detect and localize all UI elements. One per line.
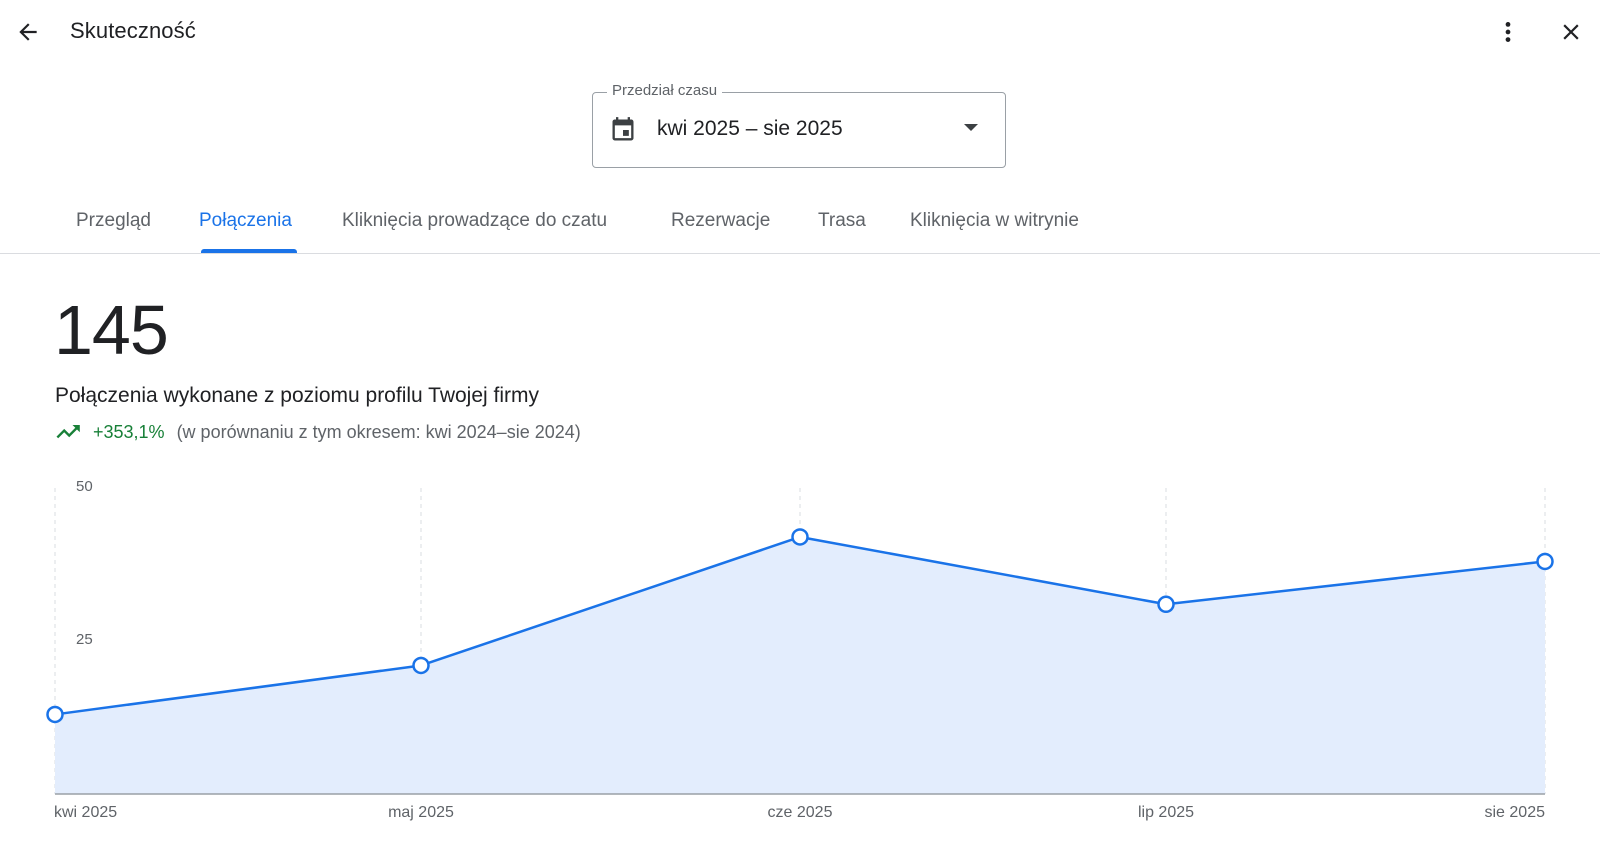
tab-trasa[interactable]: Trasa xyxy=(818,210,866,232)
chart-canvas xyxy=(46,488,1554,795)
calls-chart: 25 50 kwi 2025 maj 2025 cze 2025 lip 202… xyxy=(0,470,1600,858)
tab-polaczenia[interactable]: Połączenia xyxy=(199,210,292,232)
comparison-period: (w porównaniu z tym okresem: kwi 2024–si… xyxy=(176,421,581,442)
y-tick-label: 25 xyxy=(76,631,93,648)
change-row: +353,1% (w porównaniu z tym okresem: kwi… xyxy=(55,420,581,444)
y-tick-label: 50 xyxy=(76,478,93,495)
date-range-select[interactable]: Przedział czasu kwi 2025 – sie 2025 xyxy=(592,82,1006,168)
close-button[interactable] xyxy=(1553,14,1589,50)
tab-przeglad[interactable]: Przegląd xyxy=(76,210,151,232)
x-tick-label: maj 2025 xyxy=(388,804,454,821)
change-percent: +353,1% xyxy=(93,421,165,442)
data-point xyxy=(412,656,430,675)
tab-website-clicks[interactable]: Kliknięcia w witrynie xyxy=(910,210,1079,232)
arrow-back-icon xyxy=(19,23,37,41)
x-tick-label: cze 2025 xyxy=(767,804,833,821)
top-app-bar: Skuteczność xyxy=(0,0,1600,64)
more-options-button[interactable] xyxy=(1490,14,1526,50)
x-tick-label: kwi 2025 xyxy=(54,804,118,821)
series-area xyxy=(55,536,1545,794)
data-point xyxy=(1536,552,1554,571)
x-tick-label: lip 2025 xyxy=(1137,804,1195,821)
more-vert-icon xyxy=(1505,22,1511,42)
page-title: Skuteczność xyxy=(70,18,196,43)
tab-chat-clicks[interactable]: Kliknięcia prowadzące do czatu xyxy=(342,210,607,232)
close-icon xyxy=(1563,24,1579,40)
dropdown-arrow-icon xyxy=(964,124,978,131)
back-button[interactable] xyxy=(10,14,46,50)
tab-bar: Przegląd Połączenia Kliknięcia prowadząc… xyxy=(0,196,1600,254)
total-calls-value: 145 xyxy=(54,291,169,369)
trending-up-icon xyxy=(56,425,80,439)
date-range-label: Przedział czasu xyxy=(607,82,723,99)
date-range-value: kwi 2025 – sie 2025 xyxy=(657,117,843,140)
x-tick-label: sie 2025 xyxy=(1484,804,1546,821)
calendar-icon xyxy=(612,117,634,141)
data-point xyxy=(46,705,64,724)
tab-rezerwacje[interactable]: Rezerwacje xyxy=(671,210,770,232)
data-point xyxy=(791,528,809,546)
active-tab-indicator xyxy=(201,249,297,253)
data-point xyxy=(1157,595,1175,614)
metric-description: Połączenia wykonane z poziomu profilu Tw… xyxy=(55,384,540,407)
